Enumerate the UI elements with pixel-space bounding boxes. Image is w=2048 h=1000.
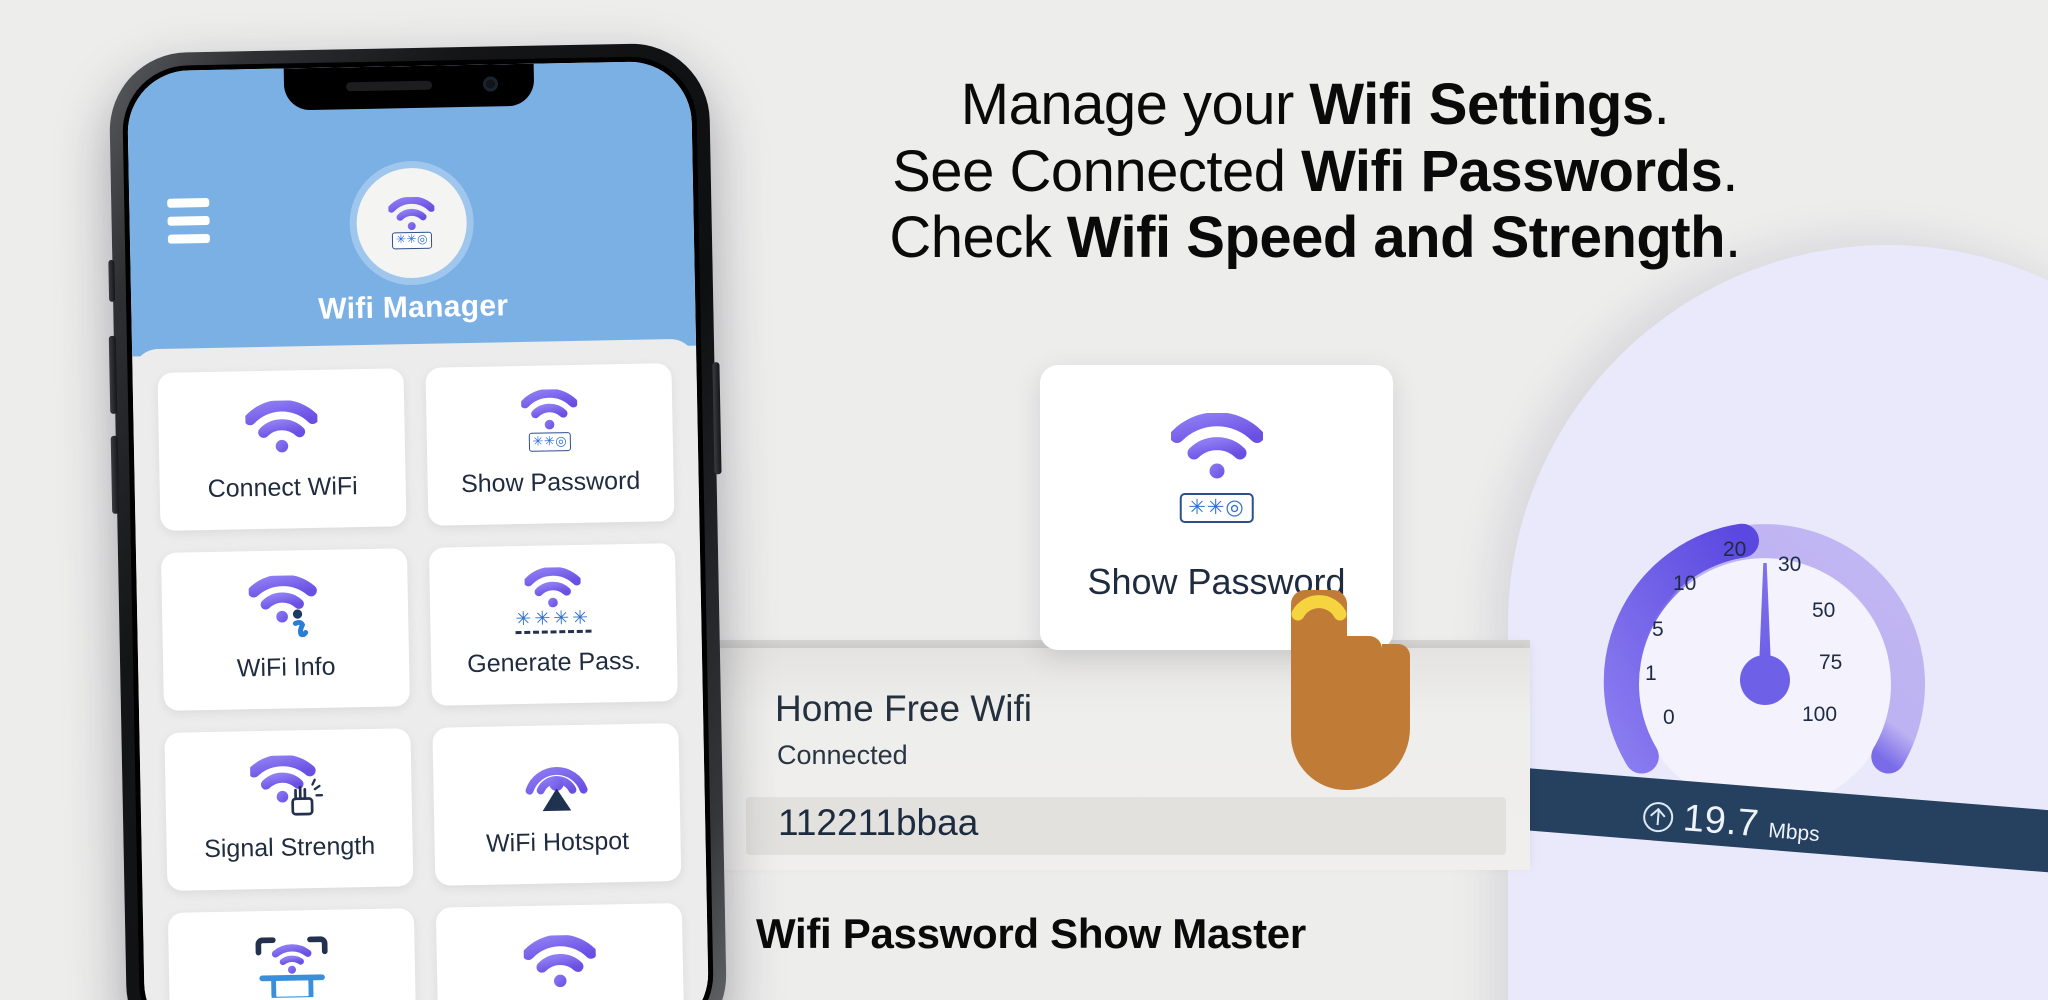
- network-ssid: Home Free Wifi: [775, 688, 1032, 729]
- speed-unit: Mbps: [1767, 819, 1821, 847]
- tile-label: Generate Pass.: [467, 646, 642, 679]
- tile-show-password[interactable]: ✳✳◎ Show Password: [425, 363, 675, 526]
- tile-connect-wifi[interactable]: Connect WiFi: [157, 368, 407, 531]
- gauge-tick-10: 10: [1673, 572, 1697, 595]
- app-name-footer: Wifi Password Show Master: [756, 910, 1306, 957]
- wifi-icon: [523, 931, 597, 992]
- password-stars-icon: ✳✳✳✳: [515, 607, 592, 635]
- gauge-tick-20: 20: [1723, 538, 1747, 561]
- network-status: Connected: [777, 740, 908, 770]
- wifi-icon: [245, 396, 319, 457]
- earpiece-speaker: [345, 80, 433, 92]
- tile-label: Connect WiFi: [207, 472, 358, 504]
- wifi-signal-strength-icon: [249, 754, 327, 817]
- wifi-generate-password-icon: ✳✳✳✳: [514, 565, 592, 636]
- front-camera-icon: [482, 76, 499, 92]
- tile-extra-wifi[interactable]: [435, 903, 685, 1000]
- headline-line-2: See Connected Wifi Passwords.: [892, 138, 1738, 204]
- phone-screen: ✳✳◎ Wifi Manager Connect WiFi ✳✳◎ Show P…: [126, 60, 710, 1000]
- gauge-tick-100: 100: [1802, 703, 1838, 726]
- gauge-tick-5: 5: [1652, 618, 1664, 641]
- wifi-password-logo-icon: ✳✳◎: [355, 167, 468, 280]
- hamburger-menu-icon[interactable]: [167, 197, 211, 244]
- gauge-tick-0: 0: [1663, 706, 1675, 729]
- phone-mute-switch[interactable]: [108, 259, 116, 302]
- gauge-tick-30: 30: [1778, 553, 1802, 576]
- headline: Manage your Wifi Settings. See Connected…: [760, 72, 1870, 272]
- gauge-tick-50: 50: [1812, 599, 1836, 622]
- promo-banner: 0 1 5 10 20 30 50 75 100 19.7 Mbps Manag…: [0, 0, 2048, 1000]
- phone-volume-up-button[interactable]: [108, 335, 118, 414]
- arrow-up-circle-icon: [1642, 800, 1675, 833]
- tile-wifi-qr-scan[interactable]: [167, 908, 417, 1000]
- wifi-speed-gauge: 0 1 5 10 20 30 50 75 100: [1575, 495, 1955, 795]
- speed-value: 19.7: [1681, 797, 1761, 846]
- phone-mockup: ✳✳◎ Wifi Manager Connect WiFi ✳✳◎ Show P…: [108, 42, 728, 1000]
- wifi-icon: [1169, 412, 1264, 484]
- phone-bezel: ✳✳◎ Wifi Manager Connect WiFi ✳✳◎ Show P…: [121, 55, 715, 1000]
- gauge-tick-75: 75: [1819, 651, 1843, 674]
- phone-notch: [283, 63, 535, 111]
- phone-volume-down-button[interactable]: [110, 435, 120, 514]
- headline-line-3: Check Wifi Speed and Strength.: [889, 205, 1741, 271]
- password-eye-badge-icon: ✳✳◎: [528, 432, 572, 452]
- password-eye-badge-icon: ✳✳◎: [1179, 493, 1254, 523]
- tile-label: WiFi Info: [236, 652, 336, 683]
- hand-pointer-icon: [1255, 588, 1415, 823]
- gauge-tick-1: 1: [1645, 662, 1657, 685]
- tile-signal-strength[interactable]: Signal Strength: [164, 728, 414, 891]
- wifi-qr-scan-icon: [253, 936, 330, 999]
- app-body: Connect WiFi ✳✳◎ Show Password WiFi Info…: [132, 338, 710, 1000]
- tile-wifi-hotspot[interactable]: WiFi Hotspot: [432, 723, 682, 886]
- wifi-hotspot-icon: [520, 751, 593, 812]
- wifi-info-icon: [248, 574, 321, 638]
- tile-label: WiFi Hotspot: [485, 827, 630, 858]
- network-password: 112211bbaa: [778, 802, 979, 843]
- password-eye-badge-icon: ✳✳◎: [391, 231, 433, 250]
- app-title: Wifi Manager: [317, 289, 509, 326]
- tile-label: Signal Strength: [203, 831, 376, 864]
- feature-tile-grid: Connect WiFi ✳✳◎ Show Password WiFi Info…: [157, 363, 685, 1000]
- tile-wifi-info[interactable]: WiFi Info: [160, 548, 410, 711]
- headline-line-1: Manage your Wifi Settings.: [960, 72, 1670, 137]
- wifi-password-eye-icon: ✳✳◎: [520, 385, 578, 456]
- tile-generate-pass[interactable]: ✳✳✳✳ Generate Pass.: [428, 543, 678, 706]
- phone-power-button[interactable]: [712, 362, 722, 475]
- tile-label: Show Password: [460, 466, 641, 499]
